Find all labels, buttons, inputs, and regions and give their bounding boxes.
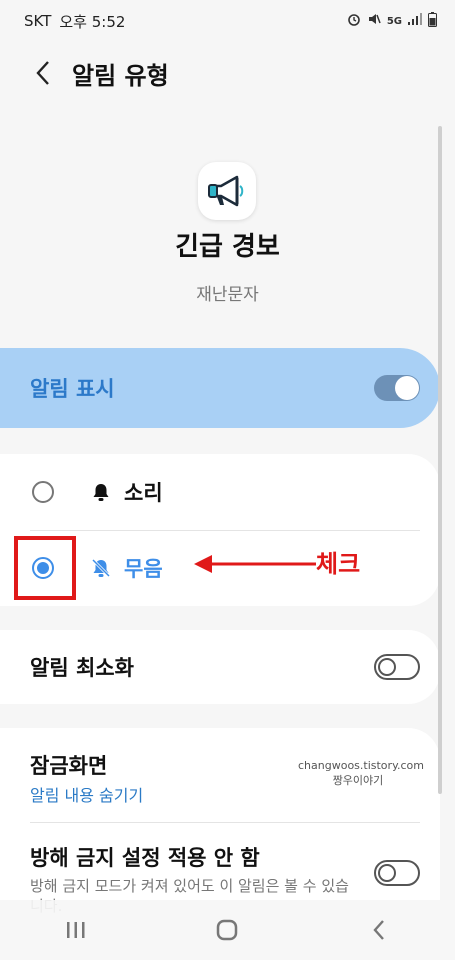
megaphone-icon <box>198 162 256 220</box>
annotation-arrow-icon <box>194 555 316 573</box>
recent-apps-icon <box>66 922 85 938</box>
app-category: 재난문자 <box>196 285 259 305</box>
chevron-left-icon <box>36 61 49 85</box>
watermark-url: changwoos.tistory.com <box>298 759 424 772</box>
alert-option-sound[interactable]: 소리 <box>0 454 440 530</box>
dnd-title[interactable]: 방해 금지 설정 적용 안 함 <box>30 842 260 872</box>
network-label: 5G <box>386 15 402 27</box>
annotation-highlight-box <box>14 536 76 600</box>
bell-icon <box>90 481 112 503</box>
status-time: 오후 5:52 <box>59 12 126 31</box>
alarm-icon <box>347 12 361 30</box>
divider <box>30 822 420 823</box>
show-notifications-toggle[interactable] <box>374 375 420 401</box>
bell-off-icon <box>90 557 112 579</box>
scrollbar[interactable] <box>438 126 442 794</box>
home-icon <box>217 919 238 941</box>
carrier-label: SKT <box>24 12 52 30</box>
minimize-label: 알림 최소화 <box>30 656 134 680</box>
header: 알림 유형 <box>0 48 455 98</box>
minimize-row[interactable]: 알림 최소화 <box>0 630 440 704</box>
watermark-name: 짱우이야기 <box>332 774 384 787</box>
silent-label: 무음 <box>124 557 163 581</box>
back-nav-button[interactable] <box>349 905 409 955</box>
navigation-bar <box>0 900 455 960</box>
show-notifications-row[interactable]: 알림 표시 <box>0 348 440 428</box>
battery-icon <box>428 11 437 31</box>
sound-radio[interactable] <box>32 481 54 503</box>
status-bar: SKT 오후 5:52 5G <box>0 0 455 42</box>
watermark: changwoos.tistory.com 짱우이야기 <box>298 758 424 788</box>
sound-label: 소리 <box>124 481 163 505</box>
recent-apps-button[interactable] <box>46 905 106 955</box>
back-button[interactable] <box>18 48 68 98</box>
app-name: 긴급 경보 <box>175 232 280 262</box>
minimize-toggle[interactable] <box>374 654 420 680</box>
dnd-toggle[interactable] <box>374 860 420 886</box>
chevron-left-icon <box>373 920 385 940</box>
home-button[interactable] <box>197 905 257 955</box>
lockscreen-subtitle[interactable]: 알림 내용 숨기기 <box>30 782 143 806</box>
page-title: 알림 유형 <box>72 61 169 90</box>
lockscreen-title[interactable]: 잠금화면 <box>30 750 107 780</box>
annotation-label: 체크 <box>316 550 361 578</box>
mute-icon <box>367 12 381 30</box>
signal-icon <box>408 13 422 29</box>
show-notifications-label: 알림 표시 <box>30 377 115 401</box>
minimize-card: 알림 최소화 <box>0 630 440 704</box>
